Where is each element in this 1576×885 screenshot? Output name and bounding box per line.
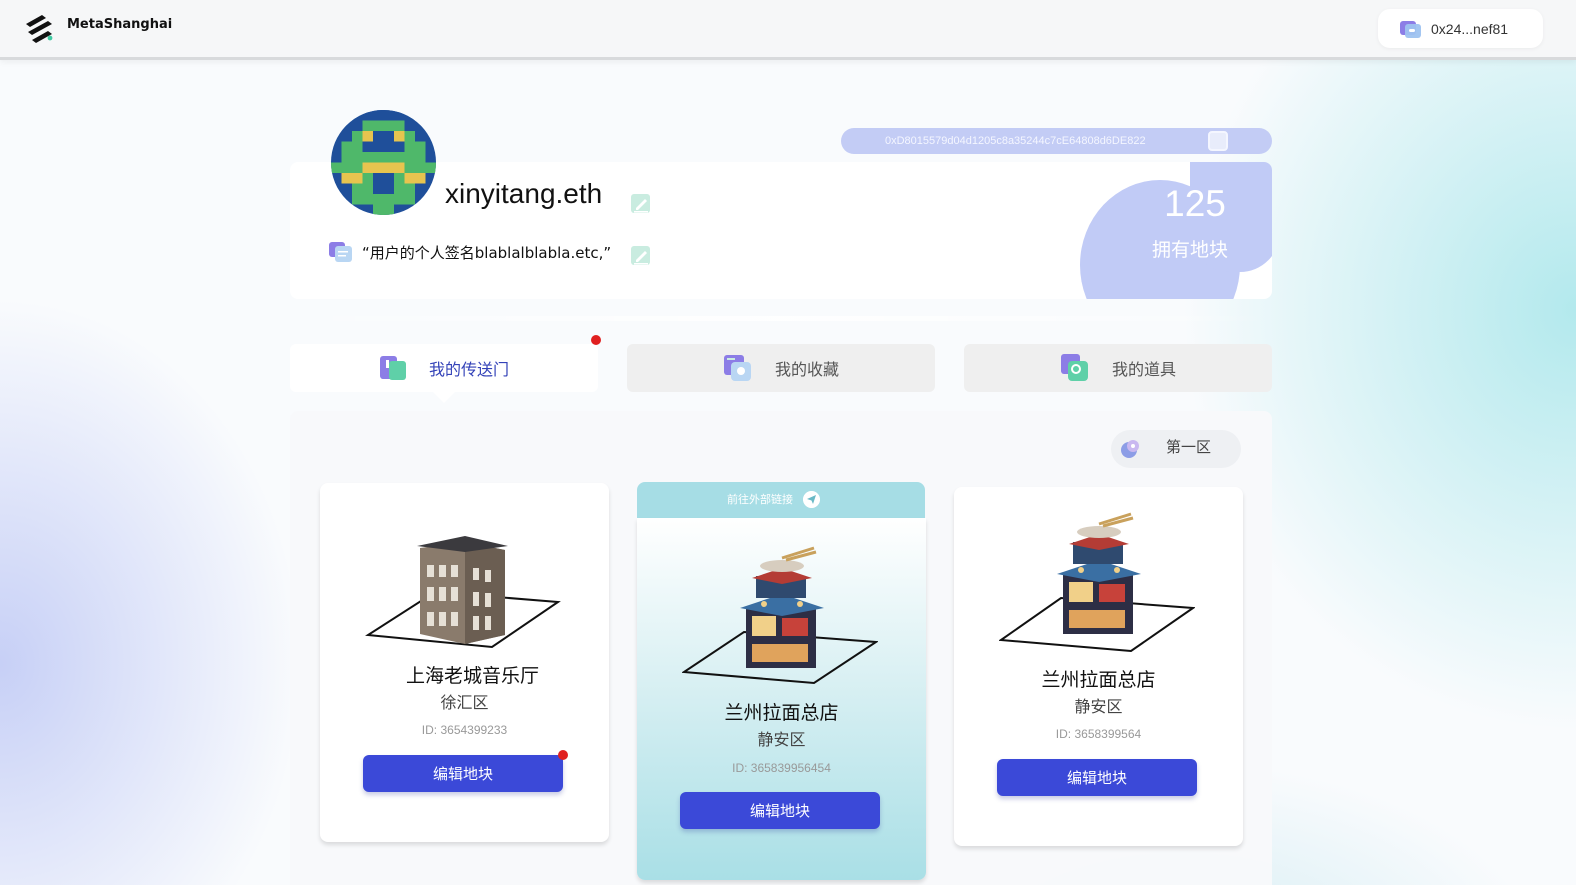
top-bar: MetaShanghai 0x24...nef81	[0, 0, 1576, 60]
owned-plots-count: 125	[1164, 183, 1226, 224]
plot-district: 静安区	[1074, 697, 1123, 716]
tab-my-collection-label: 我的收藏	[774, 360, 839, 379]
tab-my-props-label: 我的道具	[1111, 360, 1176, 379]
tab-my-portals-label: 我的传送门	[428, 360, 509, 379]
edit-signature-icon[interactable]	[629, 243, 653, 267]
tab-my-collection[interactable]: 我的收藏	[627, 344, 935, 392]
user-signature: “用户的个人签名blablalblabla.etc,”	[362, 244, 612, 262]
edit-plot-button[interactable]: 编辑地块	[363, 755, 563, 792]
wallet-button[interactable]: 0x24...nef81	[1378, 9, 1543, 48]
wallet-icon	[1400, 19, 1422, 39]
noodle-shop-building-icon	[682, 546, 878, 685]
plot-district: 静安区	[757, 730, 806, 749]
district-filter-label: 第一区	[1166, 438, 1212, 456]
plot-id: ID: 3654399233	[421, 723, 508, 737]
plot-title: 兰州拉面总店	[1041, 669, 1156, 691]
username: xinyitang.eth	[445, 178, 603, 209]
tab-notification-dot	[591, 335, 601, 345]
tab-my-portals[interactable]: 我的传送门	[290, 344, 598, 392]
active-tab-pointer	[432, 391, 456, 403]
send-icon	[803, 491, 820, 508]
plot-title: 兰州拉面总店	[724, 702, 839, 724]
section-divider	[290, 316, 1272, 321]
external-link-label: 前往外部链接	[727, 493, 793, 506]
props-icon	[1060, 354, 1088, 381]
location-icon	[1121, 440, 1139, 458]
edit-plot-button[interactable]: 编辑地块	[680, 792, 880, 829]
edit-plot-button[interactable]: 编辑地块	[997, 759, 1197, 796]
owned-plots-label: 拥有地块	[1151, 239, 1228, 261]
metashanghai-logo-icon[interactable]	[22, 12, 56, 46]
noodle-shop-building-icon	[999, 512, 1195, 652]
edit-username-icon[interactable]	[629, 191, 653, 215]
wallet-address: 0x24...nef81	[1431, 20, 1509, 37]
tab-my-props[interactable]: 我的道具	[964, 344, 1272, 392]
signature-icon	[329, 242, 352, 262]
collection-icon	[723, 355, 751, 381]
avatar[interactable]	[331, 110, 436, 215]
full-address: 0xD8015579d04d1205c8a35244c7cE64808d6DE8…	[885, 135, 1146, 147]
plot-district: 徐汇区	[440, 693, 489, 712]
copy-address-icon[interactable]	[1208, 131, 1228, 151]
plot-id: ID: 365839956454	[732, 761, 831, 775]
portal-icon	[379, 356, 406, 380]
button-notification-dot	[558, 750, 568, 760]
concert-hall-building-icon	[365, 536, 561, 649]
plot-title: 上海老城音乐厅	[405, 665, 539, 687]
brand-name: MetaShanghai	[67, 17, 173, 32]
plot-id: ID: 3658399564	[1055, 727, 1142, 741]
